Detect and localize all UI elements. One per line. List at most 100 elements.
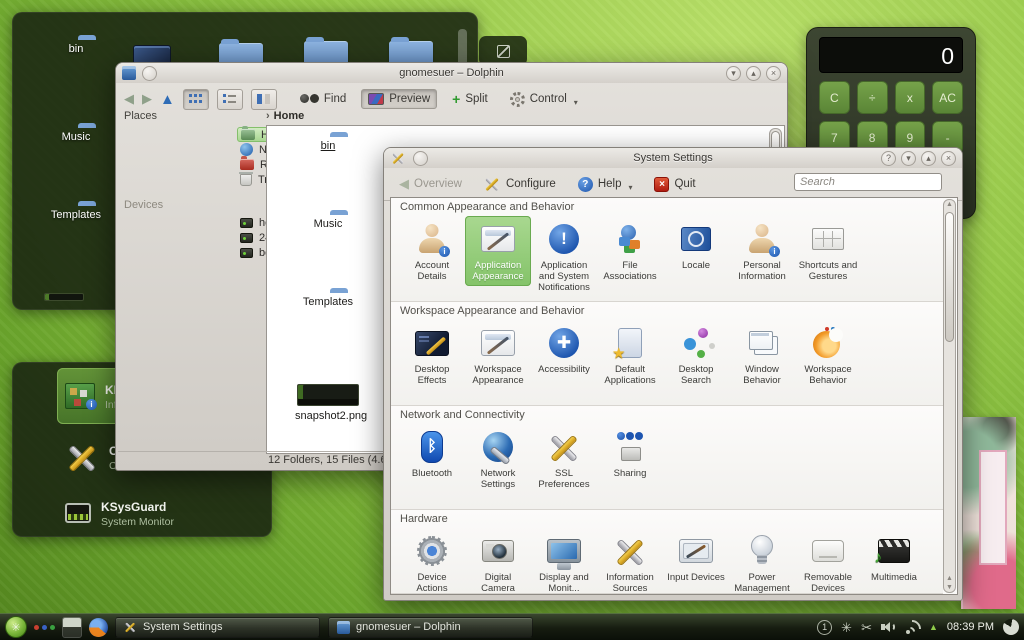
file-item-templates[interactable]: Templates bbox=[295, 292, 361, 308]
find-button[interactable]: Find bbox=[293, 89, 353, 109]
settings-item-power-management[interactable]: Power Management bbox=[729, 528, 795, 594]
settings-item-workspace-appearance[interactable]: Workspace Appearance bbox=[465, 320, 531, 390]
network-icon[interactable] bbox=[905, 621, 920, 634]
desktop-icon-label: Music bbox=[41, 131, 111, 143]
settings-item-multimedia[interactable]: ♪Multimedia bbox=[861, 528, 927, 587]
file-item-snapshot2-png[interactable]: snapshot2.png bbox=[295, 384, 361, 422]
settings-section-common-appearance-and-behavior: Common Appearance and BehavioriAccount D… bbox=[391, 198, 943, 302]
settings-item-application-and-system-notifications[interactable]: !Application and System Notifications bbox=[531, 216, 597, 296]
firefox-launcher-icon[interactable] bbox=[89, 618, 108, 637]
up-arrow-icon[interactable]: ▲ bbox=[160, 91, 175, 108]
settings-item-desktop-search[interactable]: Desktop Search bbox=[663, 320, 729, 390]
minimize-button[interactable] bbox=[901, 151, 916, 166]
panel-cashew-icon[interactable] bbox=[1003, 619, 1019, 635]
launcher-item-ksysguard[interactable]: KSysGuardSystem Monitor bbox=[57, 485, 273, 541]
settings-item-personal-information[interactable]: iPersonal Information bbox=[729, 216, 795, 286]
settings-item-removable-devices[interactable]: Removable Devices bbox=[795, 528, 861, 594]
settings-item-account-details[interactable]: iAccount Details bbox=[399, 216, 465, 286]
settings-item-desktop-effects[interactable]: Desktop Effects bbox=[399, 320, 465, 390]
settings-item-network-settings[interactable]: Network Settings bbox=[465, 424, 531, 494]
scroll-down-icon[interactable]: ▼ bbox=[946, 584, 953, 591]
settings-item-display-and-monit[interactable]: Display and Monit... bbox=[531, 528, 597, 594]
file-item-bin[interactable]: bin bbox=[295, 136, 361, 152]
window-menu-button[interactable] bbox=[413, 151, 428, 166]
scroll-up2-icon[interactable]: ▲ bbox=[946, 575, 953, 582]
settings-item-default-applications[interactable]: ★ Default Applications bbox=[597, 320, 663, 390]
file-item-music[interactable]: Music bbox=[295, 214, 361, 230]
breadcrumb[interactable]: Home bbox=[266, 107, 785, 125]
maximize-button[interactable] bbox=[921, 151, 936, 166]
back-arrow-icon[interactable]: ◀ bbox=[124, 91, 134, 107]
molecule-icon bbox=[679, 326, 713, 360]
quit-button[interactable]: × Quit bbox=[647, 173, 702, 196]
drive-icon bbox=[240, 248, 253, 258]
settings-item-label: Default Applications bbox=[599, 365, 661, 387]
settings-item-bluetooth[interactable]: ᛒBluetooth bbox=[399, 424, 465, 483]
dolphin-window-title: gnomesuer – Dolphin bbox=[116, 67, 787, 79]
window-menu-button[interactable] bbox=[142, 66, 157, 81]
klipper-scissors-icon[interactable]: ✂ bbox=[861, 621, 872, 634]
close-button[interactable] bbox=[766, 66, 781, 81]
screen-icon bbox=[481, 330, 515, 356]
clock[interactable]: 08:39 PM bbox=[947, 621, 994, 633]
calc-key-[interactable]: ÷ bbox=[857, 81, 888, 114]
places-panel-header: Places bbox=[124, 110, 157, 122]
desktop-icon-templates[interactable]: Templates bbox=[41, 205, 111, 221]
taskbar-task-gnomesuer-dolphin[interactable]: gnomesuer – Dolphin bbox=[328, 617, 533, 638]
taskbar-task-system-settings[interactable]: System Settings bbox=[115, 617, 320, 638]
settings-item-application-appearance[interactable]: Application Appearance bbox=[465, 216, 531, 286]
settings-scrollbar-thumb[interactable] bbox=[945, 212, 954, 342]
forward-arrow-icon[interactable]: ▶ bbox=[142, 91, 152, 107]
settings-item-label: File Associations bbox=[599, 261, 661, 283]
desktop-icon-snapshot-thumbnail[interactable] bbox=[44, 293, 84, 301]
kde-menu-button[interactable] bbox=[5, 616, 27, 638]
settings-titlebar[interactable]: System Settings bbox=[384, 148, 962, 168]
breadcrumb-home[interactable]: Home bbox=[274, 110, 305, 122]
star-app-icon: ★ bbox=[618, 328, 642, 358]
overview-button[interactable]: ◀ Overview bbox=[392, 172, 469, 196]
settings-item-device-actions[interactable]: Device Actions bbox=[399, 528, 465, 594]
calc-key-c[interactable]: C bbox=[819, 81, 850, 114]
help-window-button[interactable] bbox=[881, 151, 896, 166]
sysmon-icon bbox=[65, 503, 91, 523]
desktop-pager[interactable] bbox=[62, 617, 82, 638]
settings-item-shortcuts-and-gestures[interactable]: Shortcuts and Gestures bbox=[795, 216, 861, 286]
details-view-button[interactable] bbox=[217, 89, 243, 110]
help-button[interactable]: ? Help bbox=[571, 173, 640, 196]
close-button[interactable] bbox=[941, 151, 956, 166]
maximize-button[interactable] bbox=[746, 66, 761, 81]
notification-count-badge[interactable]: 1 bbox=[817, 620, 832, 635]
taskbar-panel: System Settings gnomesuer – Dolphin 1 ✳ ✂… bbox=[0, 613, 1024, 640]
settings-scrollbar[interactable]: ▲ ▲ ▼ bbox=[943, 199, 956, 593]
network-globe-icon bbox=[240, 143, 253, 156]
activity-dots-icon[interactable] bbox=[34, 625, 55, 630]
preview-button[interactable]: Preview bbox=[361, 89, 437, 109]
settings-item-sharing[interactable]: Sharing bbox=[597, 424, 663, 483]
dolphin-task-icon bbox=[337, 621, 350, 634]
tray-expand-arrow-icon[interactable]: ▲ bbox=[929, 622, 938, 632]
settings-item-accessibility[interactable]: ✚Accessibility bbox=[531, 320, 597, 379]
search-input[interactable] bbox=[794, 173, 942, 191]
settings-item-information-sources[interactable]: Information Sources bbox=[597, 528, 663, 594]
scroll-up-icon[interactable]: ▲ bbox=[946, 201, 953, 208]
desktop-icon-bin[interactable]: bin bbox=[41, 39, 111, 55]
minimize-button[interactable] bbox=[726, 66, 741, 81]
icons-view-button[interactable] bbox=[183, 89, 209, 110]
settings-item-input-devices[interactable]: Input Devices bbox=[663, 528, 729, 587]
desktop-icon-music[interactable]: Music bbox=[41, 127, 111, 143]
photo-frame-widget[interactable] bbox=[961, 417, 1016, 609]
calc-key-ac[interactable]: AC bbox=[932, 81, 963, 114]
settings-item-digital-camera[interactable]: Digital Camera bbox=[465, 528, 531, 594]
calc-key-x[interactable]: x bbox=[895, 81, 926, 114]
settings-item-ssl-preferences[interactable]: SSL Preferences bbox=[531, 424, 597, 494]
settings-item-file-associations[interactable]: File Associations bbox=[597, 216, 663, 286]
configure-label: Configure bbox=[506, 178, 556, 190]
settings-item-window-behavior[interactable]: Window Behavior bbox=[729, 320, 795, 390]
dolphin-titlebar[interactable]: gnomesuer – Dolphin bbox=[116, 63, 787, 83]
settings-item-locale[interactable]: Locale bbox=[663, 216, 729, 275]
configure-button[interactable]: Configure bbox=[477, 173, 563, 196]
settings-item-label: Sharing bbox=[614, 469, 647, 480]
tray-gear-icon[interactable]: ✳ bbox=[841, 621, 852, 634]
settings-item-workspace-behavior[interactable]: Workspace Behavior bbox=[795, 320, 861, 390]
volume-icon[interactable] bbox=[881, 621, 896, 633]
